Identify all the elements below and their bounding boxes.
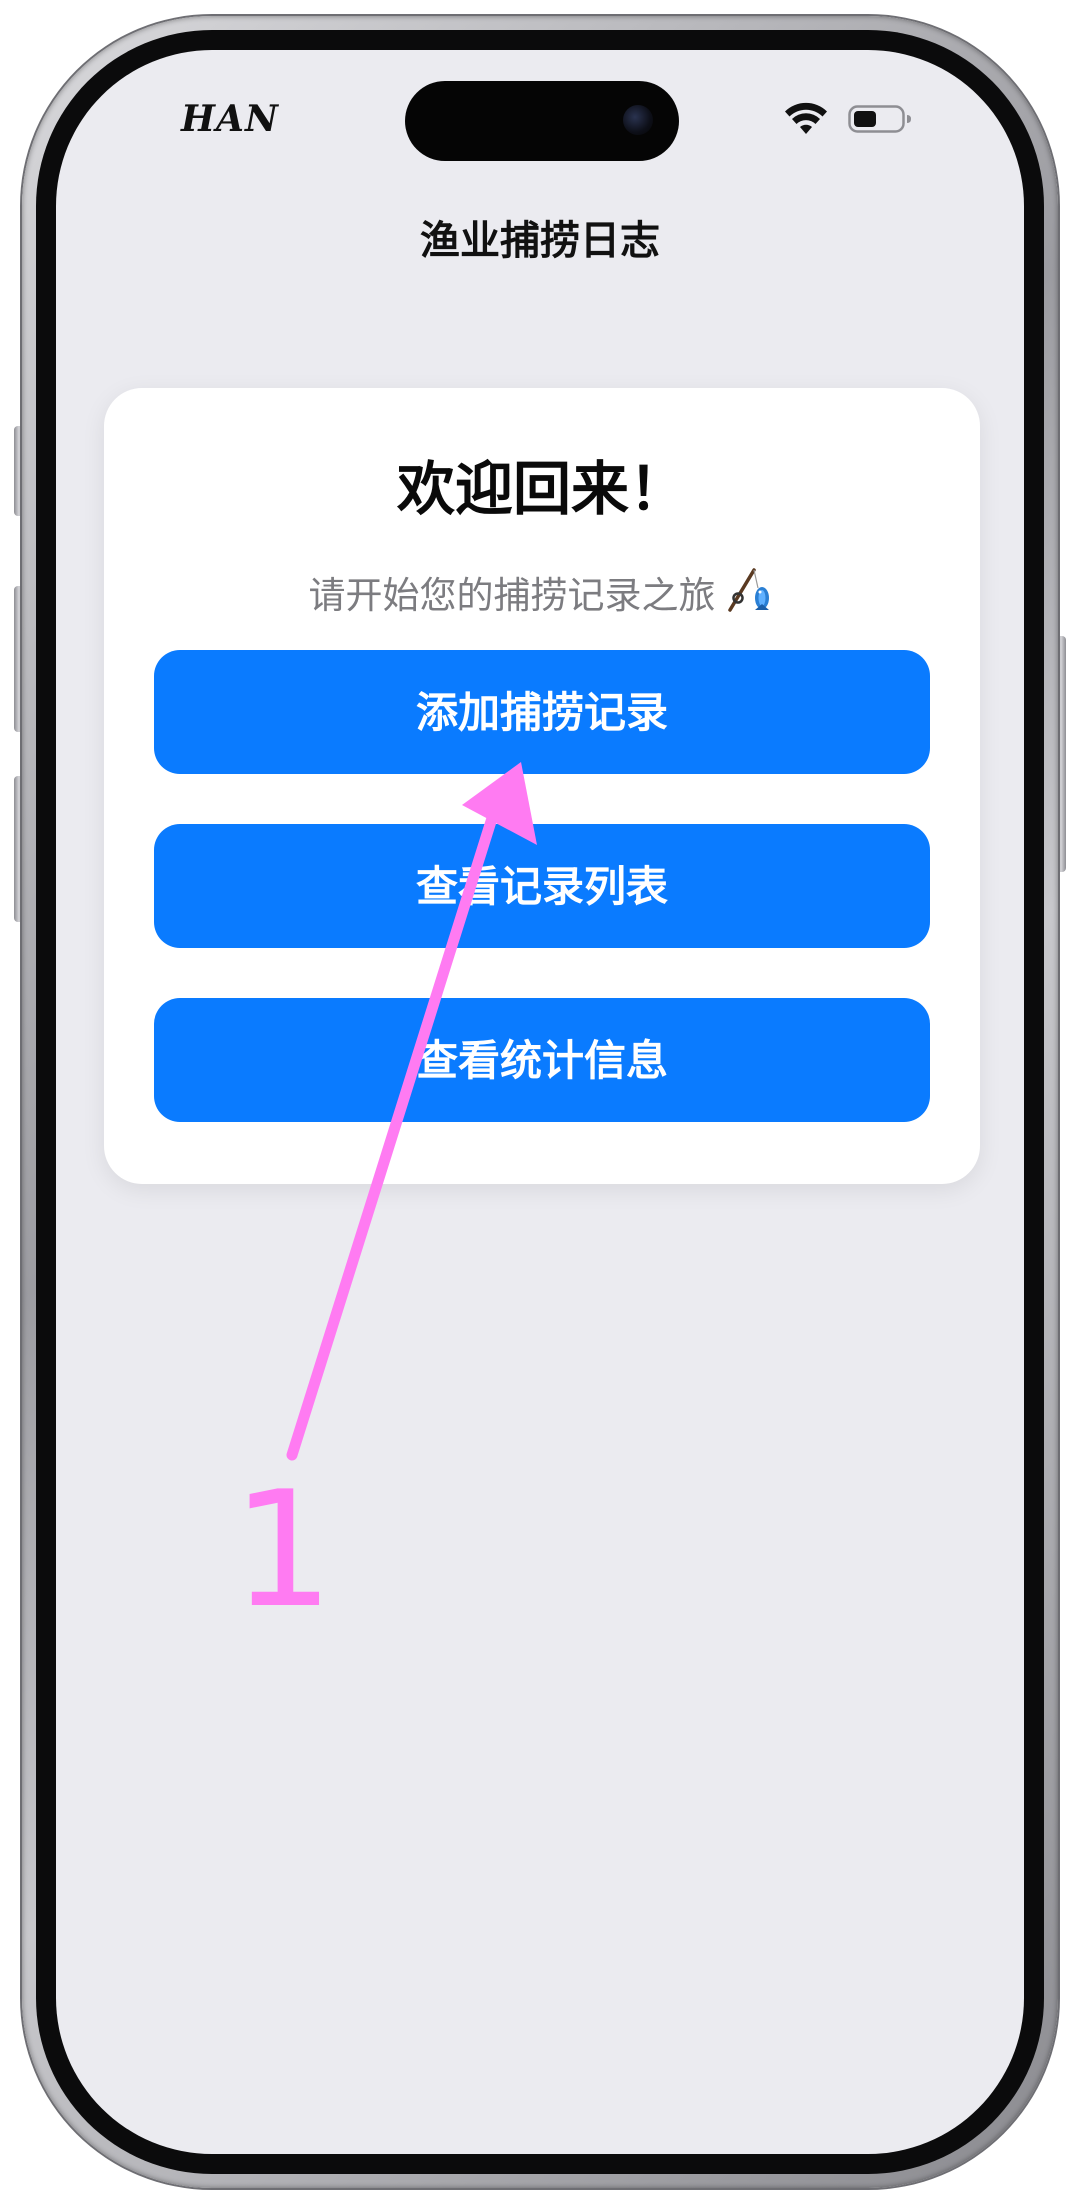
annotation-step-label: 1: [232, 1456, 334, 1643]
status-carrier: HAN: [181, 98, 279, 140]
view-record-list-button[interactable]: 查看记录列表: [154, 824, 930, 948]
page-title: 渔业捕捞日志: [420, 218, 660, 264]
phone-mockup: HAN 渔业捕捞日志 欢迎回来！ 请开始您的捕捞记录之旅 添加捕捞记录 查看记录…: [0, 0, 1080, 2202]
welcome-subtitle: 请开始您的捕捞记录之旅: [104, 564, 980, 619]
dynamic-island: [405, 81, 679, 161]
battery-icon: [848, 105, 911, 133]
welcome-card: 欢迎回来！ 请开始您的捕捞记录之旅 添加捕捞记录 查看记录列表 查看统计信息: [104, 388, 980, 1184]
front-camera-icon: [623, 105, 653, 135]
view-statistics-button[interactable]: 查看统计信息: [154, 998, 930, 1122]
welcome-subtitle-text: 请开始您的捕捞记录之旅: [308, 574, 716, 617]
fishing-pole-icon: [727, 568, 769, 612]
phone-screen: HAN 渔业捕捞日志 欢迎回来！ 请开始您的捕捞记录之旅 添加捕捞记录 查看记录…: [56, 50, 1024, 2154]
welcome-heading: 欢迎回来！: [396, 455, 687, 523]
add-catch-record-button[interactable]: 添加捕捞记录: [154, 650, 930, 774]
wifi-icon: [785, 102, 827, 134]
